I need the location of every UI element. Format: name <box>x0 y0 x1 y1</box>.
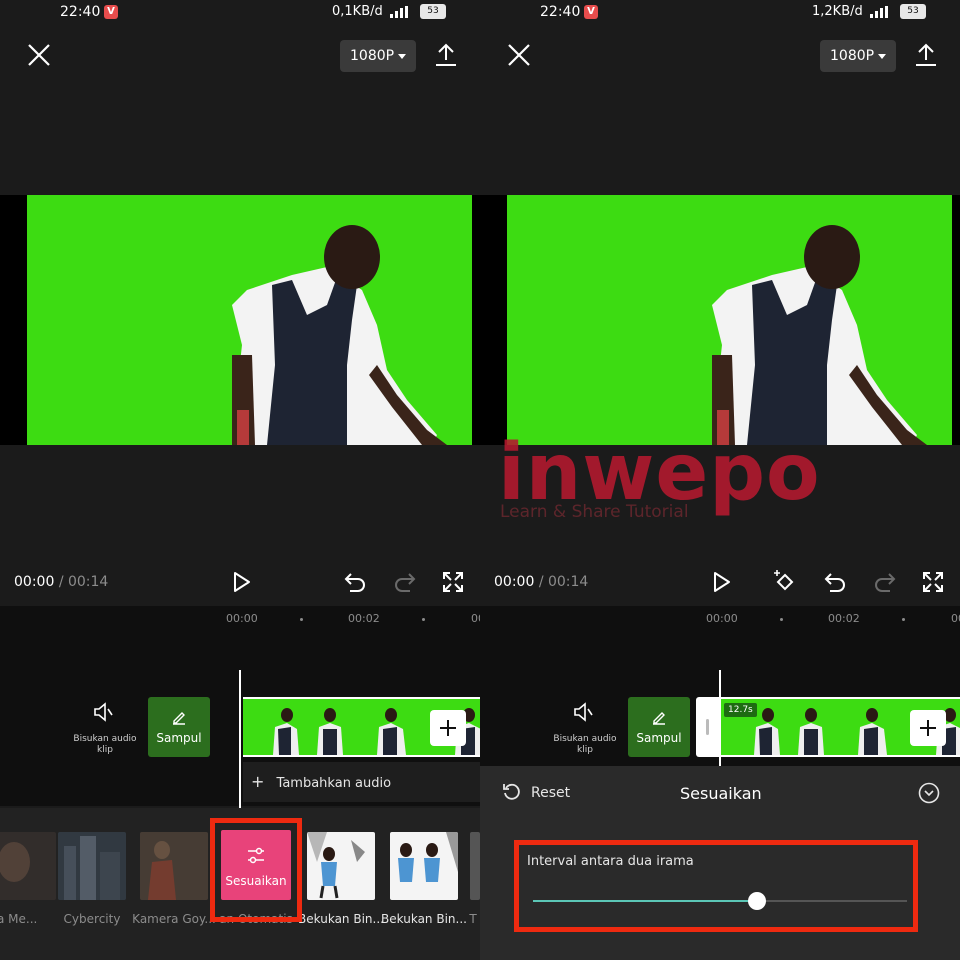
cover-button[interactable]: Sampul <box>148 697 210 757</box>
clip-thumbnail <box>273 708 299 755</box>
add-audio-button[interactable]: + Tambahkan audio <box>243 762 480 802</box>
current-time: 00:00 <box>494 574 535 590</box>
upload-icon[interactable] <box>434 42 458 68</box>
person-figure <box>712 225 927 445</box>
undo-icon[interactable] <box>343 570 367 594</box>
playhead[interactable] <box>239 670 241 808</box>
add-clip-button[interactable] <box>910 710 946 746</box>
resolution-dropdown[interactable]: 1080P <box>820 40 896 72</box>
cover-label: Sampul <box>636 731 682 745</box>
video-preview[interactable] <box>480 195 960 445</box>
ruler-mark: 00:00 <box>226 612 258 625</box>
effect-thumbnail[interactable] <box>58 832 126 900</box>
effect-thumbnail[interactable] <box>140 832 208 900</box>
ruler-mark: 00:02 <box>828 612 860 625</box>
ruler-mark: 00 <box>471 612 480 625</box>
caret-down-icon <box>878 54 886 59</box>
clip-thumbnail <box>858 708 887 755</box>
speaker-icon[interactable] <box>572 702 596 722</box>
ruler-dot <box>780 618 783 621</box>
clip-trim-handle[interactable] <box>696 697 720 757</box>
pencil-icon <box>653 712 665 725</box>
playhead[interactable] <box>719 670 721 770</box>
effect-thumbnail[interactable] <box>390 832 458 900</box>
fullscreen-icon[interactable] <box>921 570 945 594</box>
timecode: 00:00 / 00:14 <box>14 574 108 590</box>
upload-icon[interactable] <box>914 42 938 68</box>
caret-down-icon <box>398 54 406 59</box>
highlight-box <box>514 840 918 932</box>
mute-clip-audio-label[interactable]: Bisukan audio klip <box>550 734 620 756</box>
editor-screen-left: 22:40 V 0,1KB/d 53 1080P 00:00 / 00:14 0… <box>0 0 480 960</box>
mute-clip-audio-label[interactable]: Bisukan audio klip <box>70 734 140 756</box>
fullscreen-icon[interactable] <box>441 570 465 594</box>
time-separator: / <box>538 574 544 590</box>
signal-icon <box>870 6 888 18</box>
add-audio-label: Tambahkan audio <box>276 776 392 791</box>
close-icon[interactable] <box>506 42 532 68</box>
time-separator: / <box>58 574 64 590</box>
app-notification-icon: V <box>104 5 118 19</box>
app-notification-icon: V <box>584 5 598 19</box>
plus-icon: + <box>251 772 265 791</box>
play-icon[interactable] <box>229 570 253 594</box>
battery-icon: 53 <box>420 4 446 19</box>
effect-thumbnail[interactable] <box>307 832 375 900</box>
ruler-mark: 00 <box>951 612 960 625</box>
video-preview[interactable] <box>0 195 480 445</box>
reset-icon[interactable] <box>502 782 522 802</box>
effect-thumbnail[interactable] <box>0 832 56 900</box>
clip-thumbnail <box>377 708 406 755</box>
effect-label: Bekukan Bin... <box>298 912 384 926</box>
ruler-mark: 00:02 <box>348 612 380 625</box>
resolution-dropdown[interactable]: 1080P <box>340 40 416 72</box>
highlight-box <box>210 818 302 922</box>
panel-title: Sesuaikan <box>680 784 762 803</box>
green-screen-frame <box>507 195 952 445</box>
signal-icon <box>390 6 408 18</box>
resolution-value: 1080P <box>830 48 875 64</box>
green-screen-frame <box>27 195 472 445</box>
ruler-dot <box>300 618 303 621</box>
ruler-dot <box>422 618 425 621</box>
clip-duration-badge: 12.7s <box>724 703 757 717</box>
ruler-dot <box>902 618 905 621</box>
redo-icon[interactable] <box>873 570 897 594</box>
total-duration: 00:14 <box>67 574 109 590</box>
battery-icon: 53 <box>900 4 926 19</box>
reset-button[interactable]: Reset <box>531 785 570 801</box>
effect-label: Cybercity <box>63 912 121 926</box>
clip-thumbnail <box>798 708 824 755</box>
total-duration: 00:14 <box>547 574 589 590</box>
close-icon[interactable] <box>26 42 52 68</box>
network-speed: 1,2KB/d <box>812 4 863 19</box>
undo-icon[interactable] <box>823 570 847 594</box>
watermark-tagline: Learn & Share Tutorial <box>500 502 689 522</box>
play-icon[interactable] <box>709 570 733 594</box>
effect-label: Kamera Goy... <box>132 912 216 926</box>
status-time: 22:40 <box>540 4 581 20</box>
current-time: 00:00 <box>14 574 55 590</box>
person-figure <box>232 225 447 445</box>
ruler-mark: 00:00 <box>706 612 738 625</box>
resolution-value: 1080P <box>350 48 395 64</box>
cover-button[interactable]: Sampul <box>628 697 690 757</box>
timecode: 00:00 / 00:14 <box>494 574 588 590</box>
status-bar: 22:40 V 0,1KB/d 53 <box>0 0 480 24</box>
keyframe-icon[interactable] <box>772 570 798 594</box>
cover-label: Sampul <box>156 731 202 745</box>
effect-label: T <box>469 912 477 926</box>
status-time: 22:40 <box>60 4 101 20</box>
speaker-icon[interactable] <box>92 702 116 722</box>
redo-icon[interactable] <box>393 570 417 594</box>
pencil-icon <box>173 712 185 725</box>
network-speed: 0,1KB/d <box>332 4 383 19</box>
clip-thumbnail <box>317 708 343 755</box>
add-clip-button[interactable] <box>430 710 466 746</box>
status-bar: 22:40 V 1,2KB/d 53 <box>480 0 960 24</box>
effect-thumbnail[interactable] <box>470 832 480 900</box>
chevron-down-icon[interactable] <box>918 782 940 804</box>
